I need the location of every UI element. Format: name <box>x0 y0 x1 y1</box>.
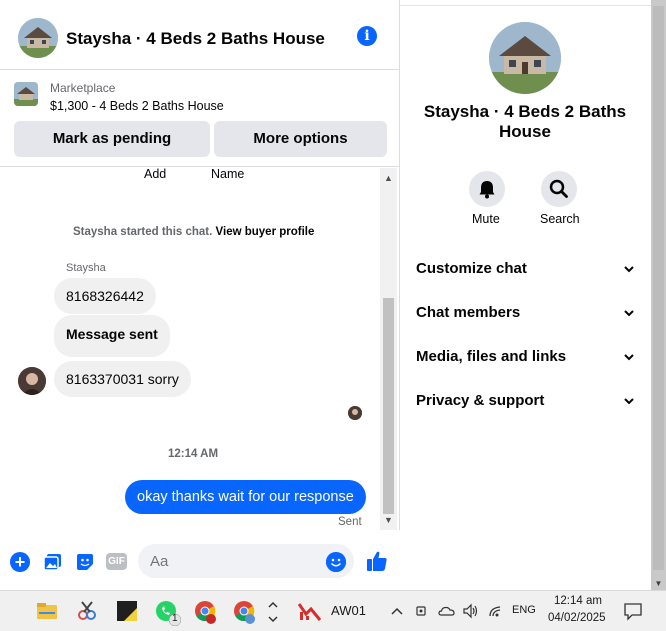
marketplace-label: Marketplace <box>50 81 116 95</box>
chat-header: Staysha · 4 Beds 2 Baths House i <box>0 7 400 70</box>
customize-chat-section[interactable]: Customize chat <box>416 260 636 284</box>
message-list: Add Name Staysha started this chat. View… <box>0 168 380 530</box>
incoming-message[interactable]: 8168326442 <box>54 278 156 314</box>
message-input[interactable] <box>138 544 354 578</box>
media-files-links-section[interactable]: Media, files and links <box>416 348 636 372</box>
tray-chevron-up-icon[interactable] <box>390 600 404 622</box>
listing-avatar[interactable] <box>18 18 58 58</box>
privacy-support-section[interactable]: Privacy & support <box>416 392 636 416</box>
sender-name: Staysha <box>66 262 106 274</box>
info-icon[interactable]: i <box>357 26 377 46</box>
chat-started-notice: Staysha started this chat. View buyer pr… <box>73 226 314 238</box>
message-composer: + GIF <box>0 530 400 590</box>
volume-icon[interactable] <box>462 600 480 622</box>
add-column-label: Add <box>144 168 167 181</box>
onedrive-cloud-icon[interactable] <box>438 600 456 622</box>
seen-avatar <box>348 406 362 420</box>
chevron-down-icon <box>624 398 634 405</box>
more-options-button[interactable]: More options <box>214 121 387 157</box>
section-label: Customize chat <box>416 260 527 277</box>
chevron-down-icon <box>624 310 634 317</box>
view-buyer-profile-link[interactable]: View buyer profile <box>216 226 315 238</box>
mark-as-pending-button[interactable]: Mark as pending <box>14 121 210 157</box>
file-explorer-icon[interactable] <box>36 600 58 622</box>
listing-profile-picture[interactable] <box>489 22 561 94</box>
info-panel-title: Staysha · 4 Beds 2 Baths House <box>423 102 627 141</box>
wifi-icon[interactable] <box>487 600 505 622</box>
chat-panel: Staysha · 4 Beds 2 Baths House i Marketp… <box>0 0 400 590</box>
messages-scrollbar[interactable]: ▲ ▼ <box>380 168 397 530</box>
listing-thumbnail[interactable] <box>14 82 38 106</box>
notification-center-icon[interactable] <box>622 600 644 622</box>
chat-title[interactable]: Staysha · 4 Beds 2 Baths House <box>66 29 325 49</box>
section-label: Chat members <box>416 304 521 321</box>
incoming-message[interactable]: Message sent <box>54 315 170 357</box>
message-timestamp: 12:14 AM <box>168 448 219 460</box>
incoming-message[interactable]: 8163370031 sorry <box>54 361 191 397</box>
snipping-tool-icon[interactable] <box>76 600 98 622</box>
task-view-icon[interactable] <box>0 600 14 622</box>
search-icon <box>549 179 568 198</box>
chrome-profile-icon[interactable] <box>233 600 255 624</box>
plus-icon[interactable]: + <box>10 552 30 572</box>
taskbar-overflow-chevron-icon[interactable] <box>266 600 280 623</box>
scroll-up-arrow-icon[interactable]: ▲ <box>380 170 397 186</box>
listing-description[interactable]: $1,300 - 4 Beds 2 Baths House <box>50 99 224 113</box>
thumbs-up-icon[interactable] <box>366 550 388 572</box>
chevron-down-icon <box>624 266 634 273</box>
name-column-label: Name <box>211 168 245 181</box>
aw01-app-icon[interactable] <box>297 600 322 622</box>
clock-time[interactable]: 12:14 am <box>554 595 602 607</box>
mute-label: Mute <box>472 212 500 226</box>
chevron-down-icon <box>624 354 634 361</box>
bell-icon <box>479 181 495 199</box>
aw01-app-label[interactable]: AW01 <box>331 603 366 618</box>
section-label: Privacy & support <box>416 392 545 409</box>
language-indicator[interactable]: ENG <box>512 604 536 616</box>
window-scrollbar-thumb[interactable] <box>653 6 664 570</box>
chat-started-text: Staysha started this chat. <box>73 226 213 238</box>
chat-info-panel: Staysha · 4 Beds 2 Baths House Mute Sear… <box>401 7 651 590</box>
sticker-icon[interactable] <box>75 552 95 572</box>
search-label: Search <box>540 212 580 226</box>
sender-avatar[interactable] <box>18 367 46 395</box>
section-label: Media, files and links <box>416 348 567 365</box>
chat-members-section[interactable]: Chat members <box>416 304 636 328</box>
scroll-down-arrow-icon[interactable]: ▼ <box>651 579 666 588</box>
meet-now-icon[interactable] <box>414 600 430 622</box>
window-scrollbar[interactable]: ▼ <box>651 0 666 590</box>
chrome-icon[interactable] <box>194 600 216 624</box>
emoji-icon[interactable] <box>326 552 346 572</box>
sent-status: Sent <box>338 516 362 528</box>
scroll-down-arrow-icon[interactable]: ▼ <box>380 512 397 528</box>
search-button[interactable] <box>541 171 577 207</box>
scrollbar-thumb[interactable] <box>383 298 394 514</box>
sticky-notes-icon[interactable] <box>116 600 138 622</box>
photo-icon[interactable] <box>43 552 63 572</box>
marketplace-card: Marketplace $1,300 - 4 Beds 2 Baths Hous… <box>0 71 400 167</box>
messenger-window: Staysha · 4 Beds 2 Baths House i Marketp… <box>0 0 666 631</box>
clock-date[interactable]: 04/02/2025 <box>548 612 606 624</box>
gif-icon[interactable]: GIF <box>106 553 127 570</box>
whatsapp-badge: 1 <box>172 613 178 624</box>
outgoing-message[interactable]: okay thanks wait for our response <box>125 480 366 514</box>
mute-button[interactable] <box>469 171 505 207</box>
taskbar: 1 AW01 ENG 12:14 am 04/02/2025 <box>0 590 666 631</box>
